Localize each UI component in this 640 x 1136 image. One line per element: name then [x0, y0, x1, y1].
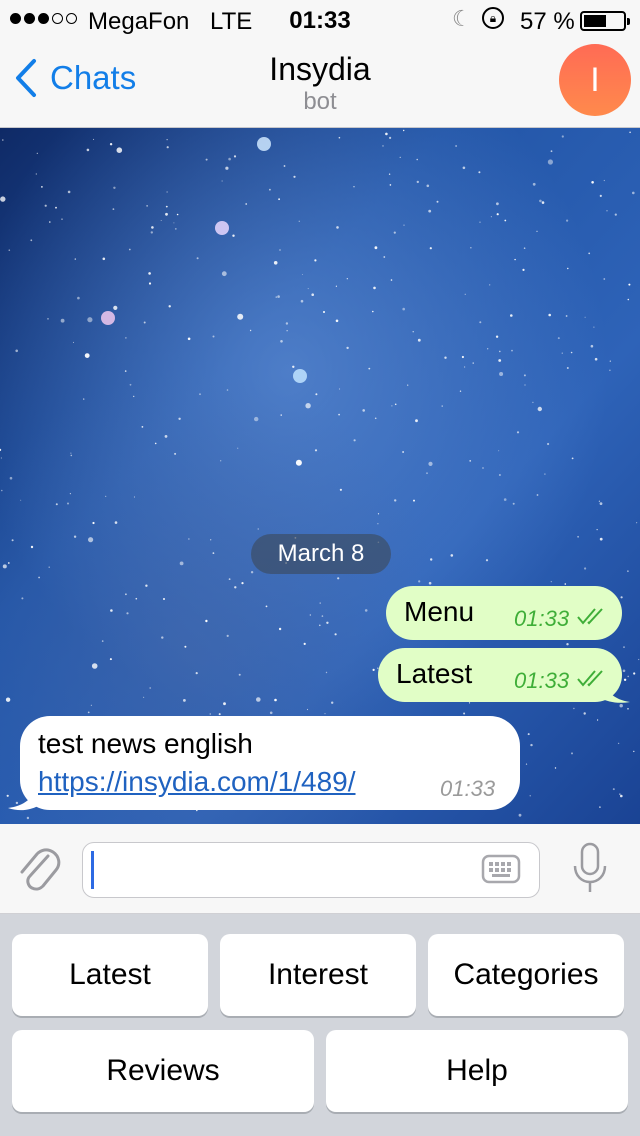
- message-text: Latest: [396, 658, 473, 689]
- keyboard-button-reviews[interactable]: Reviews: [12, 1030, 314, 1112]
- paperclip-icon[interactable]: [16, 842, 62, 894]
- avatar[interactable]: I: [559, 44, 631, 116]
- keyboard-button-interest[interactable]: Interest: [220, 934, 416, 1016]
- bubble-tail-out: [600, 676, 630, 703]
- message-time: 01:33: [514, 668, 570, 693]
- incoming-message[interactable]: test news english https://insydia.com/1/…: [20, 716, 520, 810]
- chat-title: Insydia: [269, 51, 371, 87]
- battery-percent: 57 %: [520, 8, 575, 35]
- double-check-icon: [577, 608, 603, 625]
- date-separator: March 8: [251, 534, 391, 574]
- keyboard-icon[interactable]: [481, 853, 521, 885]
- nav-bar: Chats Insydia bot I: [0, 40, 640, 128]
- message-time: 01:33: [440, 776, 496, 801]
- bot-keyboard: Latest Interest Categories Reviews Help: [0, 914, 640, 1136]
- chat-area[interactable]: March 8 Menu 01:33 Latest 01:33 test new…: [0, 128, 640, 824]
- status-bar: MegaFon LTE 01:33 ☾ 🔒︎ 57 %: [0, 0, 640, 40]
- message-link[interactable]: https://insydia.com/1/489/: [38, 766, 356, 798]
- outgoing-message[interactable]: Menu 01:33: [386, 586, 622, 640]
- text-caret: [91, 851, 94, 889]
- back-label: Chats: [50, 59, 137, 96]
- microphone-icon[interactable]: [572, 842, 608, 894]
- message-text: test news english: [38, 728, 253, 759]
- keyboard-button-latest[interactable]: Latest: [12, 934, 208, 1016]
- do-not-disturb-icon: ☾: [452, 6, 472, 31]
- outgoing-message[interactable]: Latest 01:33: [378, 648, 622, 702]
- message-text: Menu: [404, 596, 475, 627]
- bubble-tail-in: [8, 784, 38, 811]
- chat-header[interactable]: Insydia bot: [170, 50, 470, 116]
- keyboard-button-help[interactable]: Help: [326, 1030, 628, 1112]
- message-input[interactable]: [82, 842, 540, 898]
- rotation-lock-icon: 🔒︎: [482, 7, 504, 29]
- chat-subtitle: bot: [303, 88, 337, 115]
- back-button[interactable]: Chats: [14, 58, 136, 98]
- message-time: 01:33: [514, 606, 570, 631]
- battery-icon: [580, 11, 630, 31]
- message-input-bar: [0, 824, 640, 914]
- keyboard-button-categories[interactable]: Categories: [428, 934, 624, 1016]
- chevron-left-icon: [16, 59, 36, 97]
